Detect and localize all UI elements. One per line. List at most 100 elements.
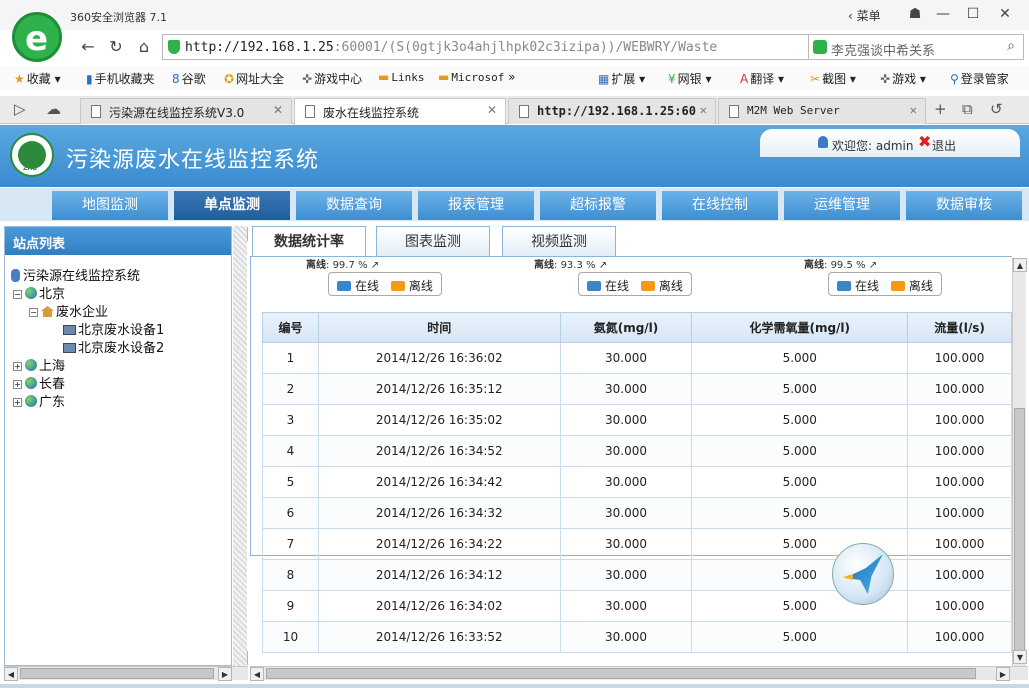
search-box[interactable]: 李克强谈中希关系 ⌕ [808, 34, 1024, 60]
scroll-left-icon[interactable]: ◀ [250, 667, 264, 681]
content-vertical-scrollbar[interactable]: ▲ ▼ [1012, 258, 1027, 666]
tree-root[interactable]: 污染源在线监控系统 [11, 265, 140, 284]
browser-menu-button[interactable]: ‹ 菜单 [848, 7, 881, 24]
scroll-right-icon[interactable]: ▶ [996, 667, 1010, 681]
panel-splitter[interactable] [233, 226, 247, 666]
logout-link[interactable]: 退出 [932, 137, 956, 154]
nav-map-monitor[interactable]: 地图监测 [52, 191, 168, 220]
close-tab-icon[interactable]: ✕ [273, 103, 283, 117]
tab-data-statistics[interactable]: 数据统计率 [252, 226, 366, 257]
tab-video-monitor[interactable]: 视频监测 [502, 226, 616, 256]
address-bar[interactable]: http://192.168.1.25:60001/(S(0gtjk3o4ahj… [162, 34, 872, 60]
search-engine-icon[interactable] [813, 40, 827, 54]
table-row[interactable]: 9 2014/12/26 16:34:02 30.000 5.000 100.000 [262, 590, 1012, 622]
expand-icon[interactable]: + [13, 362, 22, 371]
nav-single-point-monitor[interactable]: 单点监测 [174, 191, 290, 220]
table-row[interactable]: 10 2014/12/26 16:33:52 30.000 5.000 100.000 [262, 621, 1012, 653]
tree-node-device1[interactable]: 北京废水设备1 [63, 319, 164, 338]
table-row[interactable]: 3 2014/12/26 16:35:02 30.000 5.000 100.000 [262, 404, 1012, 436]
bookmark-favorites[interactable]: ★ 收藏 ▾ [14, 70, 61, 87]
scroll-left-icon[interactable]: ◀ [4, 667, 18, 681]
close-tab-icon[interactable]: ✕ [487, 103, 497, 117]
browser-tab-2[interactable]: 废水在线监控系统 ✕ [294, 98, 506, 125]
refresh-icon[interactable]: ↻ [104, 35, 128, 59]
pin-icon[interactable]: ☗ [902, 4, 928, 24]
table-row[interactable]: 6 2014/12/26 16:34:32 30.000 5.000 100.000 [262, 497, 1012, 529]
column-header-id[interactable]: 编号 [262, 312, 319, 343]
undo-close-icon[interactable]: ↺ [990, 100, 1003, 118]
nav-exceed-alarm[interactable]: 超标报警 [540, 191, 656, 220]
table-row[interactable]: 2 2014/12/26 16:35:12 30.000 5.000 100.000 [262, 373, 1012, 405]
close-tab-icon[interactable]: ✕ [910, 103, 917, 117]
bookmark-games-center[interactable]: ✜ 游戏中心 [302, 70, 362, 87]
toolbar-login-manager[interactable]: ⚲ 登录管家 [950, 70, 1009, 87]
toolbar-games[interactable]: ✜ 游戏 ▾ [880, 70, 926, 87]
column-header-ammonia[interactable]: 氨氮(mg/l) [559, 312, 693, 343]
scrollbar-thumb[interactable] [20, 668, 214, 679]
tree-node-enterprise[interactable]: − 废水企业 [29, 301, 108, 320]
table-row[interactable]: 4 2014/12/26 16:34:52 30.000 5.000 100.000 [262, 435, 1012, 467]
nav-maintenance[interactable]: 运维管理 [784, 191, 900, 220]
cloud-icon[interactable]: ☁ [46, 100, 61, 118]
browser-tab-1[interactable]: 污染源在线监控系统V3.0 ✕ [80, 98, 292, 124]
scroll-right-icon[interactable]: ▶ [218, 667, 232, 681]
tree-node-guangdong[interactable]: + 广东 [13, 391, 65, 410]
expand-icon[interactable]: + [13, 380, 22, 389]
bookmark-sites[interactable]: ✪ 网址大全 [224, 70, 284, 87]
column-header-cod[interactable]: 化学需氧量(mg/l) [691, 312, 909, 343]
bookmark-google[interactable]: 8 谷歌 [172, 70, 206, 87]
tree-node-beijing[interactable]: − 北京 [13, 283, 65, 302]
tree-node-changchun[interactable]: + 长春 [13, 373, 65, 392]
column-header-time[interactable]: 时间 [317, 312, 561, 343]
url-text[interactable]: http://192.168.1.25:60001/(S(0gtjk3o4ahj… [185, 40, 725, 55]
toolbar-extensions[interactable]: ▦ 扩展 ▾ [598, 70, 645, 87]
toolbar-ebank[interactable]: ¥ 网银 ▾ [668, 70, 712, 87]
toolbar-translate[interactable]: A 翻译 ▾ [740, 70, 784, 87]
nav-report-management[interactable]: 报表管理 [418, 191, 534, 220]
tree-node-device2[interactable]: 北京废水设备2 [63, 337, 164, 356]
table-row[interactable]: 1 2014/12/26 16:36:02 30.000 5.000 100.000 [262, 342, 1012, 374]
nav-data-audit[interactable]: 数据审核 [906, 191, 1022, 220]
expand-icon[interactable]: + [13, 398, 22, 407]
search-icon[interactable]: ⌕ [1007, 38, 1015, 54]
scrollbar-thumb[interactable] [266, 668, 976, 679]
scroll-up-icon[interactable]: ▲ [1013, 258, 1027, 272]
logout-x-icon[interactable]: ✖ [918, 132, 931, 151]
home-icon[interactable]: ⌂ [132, 35, 156, 59]
collapse-icon[interactable]: − [13, 290, 22, 299]
bookmark-links[interactable]: ▬ Links [378, 70, 424, 84]
collapse-icon[interactable]: − [29, 308, 38, 317]
floating-bird-icon[interactable] [832, 543, 894, 605]
sidebar-toggle-icon[interactable]: ▷ [14, 100, 26, 118]
bookmark-microsoft[interactable]: ▬ Microsof » [438, 70, 515, 84]
maximize-icon[interactable]: ☐ [960, 4, 986, 24]
close-tab-icon[interactable]: ✕ [700, 103, 707, 117]
close-window-icon[interactable]: ✕ [992, 4, 1018, 24]
nav-online-control[interactable]: 在线控制 [662, 191, 778, 220]
browser-tab-3[interactable]: http://192.168.1.25:60 ✕ [508, 98, 716, 124]
table-row[interactable]: 7 2014/12/26 16:34:22 30.000 5.000 100.000 [262, 528, 1012, 560]
table-row[interactable]: 5 2014/12/26 16:34:42 30.000 5.000 100.000 [262, 466, 1012, 498]
minimize-icon[interactable]: — [930, 4, 956, 24]
scrollbar-thumb[interactable] [1014, 408, 1025, 658]
tab-chart-monitor[interactable]: 图表监测 [376, 226, 490, 256]
tree-node-shanghai[interactable]: + 上海 [13, 355, 65, 374]
table-row[interactable]: 8 2014/12/26 16:34:12 30.000 5.000 100.000 [262, 559, 1012, 591]
content-horizontal-scrollbar[interactable]: ◀ ▶ [250, 666, 1028, 681]
computer-icon [63, 325, 76, 335]
status-strip [0, 684, 1029, 688]
cell-ammonia: 30.000 [559, 528, 693, 560]
tab-list-icon[interactable]: ⧉ [962, 100, 973, 118]
browser-logo-icon[interactable]: e [12, 12, 62, 62]
cell-flow: 100.000 [907, 497, 1012, 529]
scroll-down-icon[interactable]: ▼ [1013, 650, 1027, 664]
bookmark-mobile[interactable]: ▮ 手机收藏夹 [86, 70, 155, 87]
column-header-flow[interactable]: 流量(l/s) [907, 312, 1012, 343]
toolbar-screenshot[interactable]: ✂ 截图 ▾ [810, 70, 856, 87]
search-input[interactable]: 李克强谈中希关系 [831, 40, 935, 59]
sidebar-horizontal-scrollbar[interactable]: ◀ ▶ [4, 666, 248, 681]
back-icon[interactable]: ← [76, 35, 100, 59]
nav-data-query[interactable]: 数据查询 [296, 191, 412, 220]
new-tab-icon[interactable]: + [934, 100, 947, 118]
browser-tab-4[interactable]: M2M Web Server ✕ [718, 98, 926, 124]
